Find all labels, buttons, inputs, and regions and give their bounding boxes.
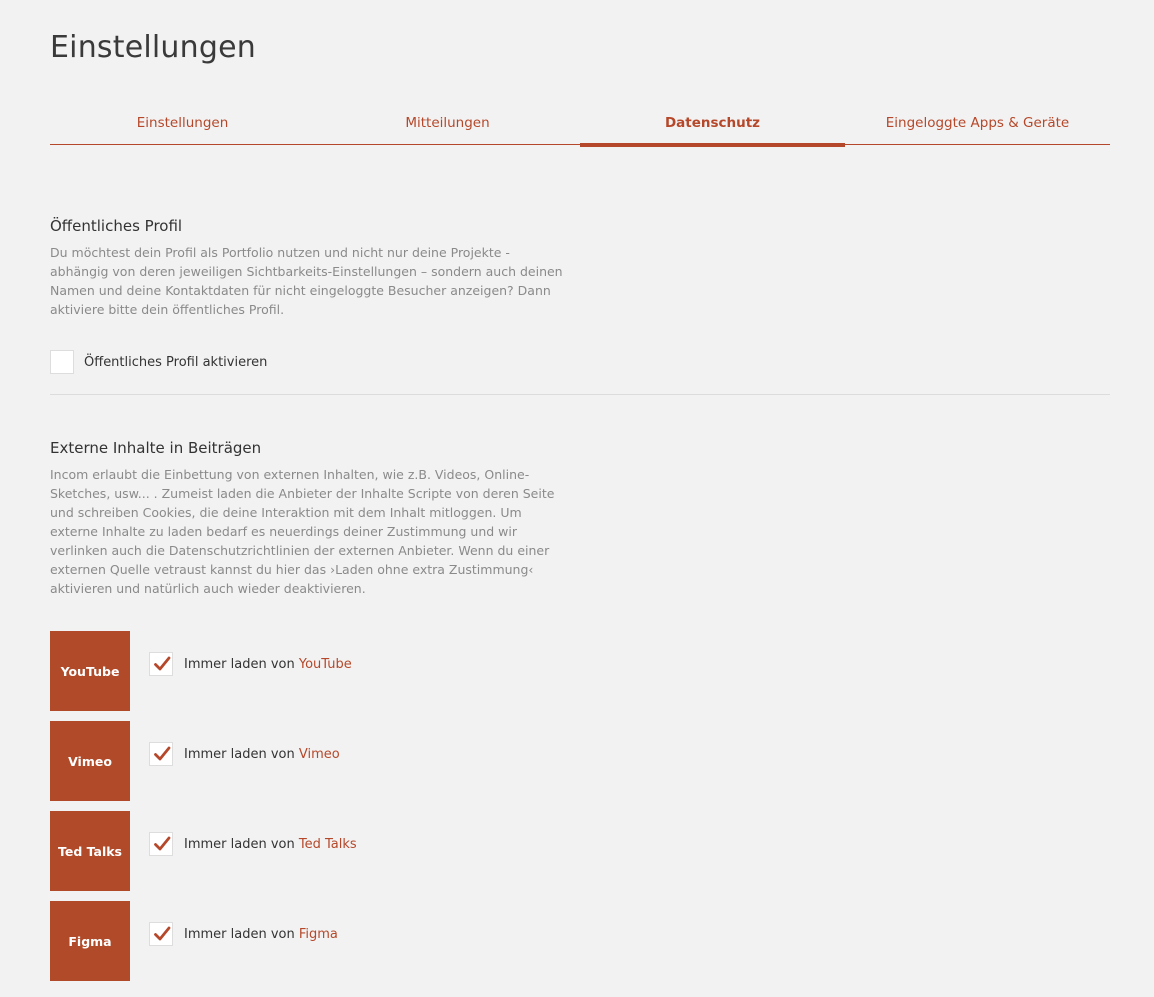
youtube-link[interactable]: YouTube xyxy=(299,657,352,672)
section-divider xyxy=(50,394,1110,395)
tab-einstellungen[interactable]: Einstellungen xyxy=(50,104,315,144)
settings-tabs: Einstellungen Mitteilungen Datenschutz E… xyxy=(50,104,1110,147)
row-prefix: Immer laden von xyxy=(184,747,299,762)
ted-talks-link[interactable]: Ted Talks xyxy=(299,837,357,852)
tab-datenschutz[interactable]: Datenschutz xyxy=(580,104,845,147)
provider-tile-figma: Figma xyxy=(50,901,130,981)
provider-tile-youtube: YouTube xyxy=(50,631,130,711)
youtube-checkbox[interactable] xyxy=(149,652,173,676)
page-title: Einstellungen xyxy=(50,30,256,65)
row-prefix: Immer laden von xyxy=(184,927,299,942)
check-icon xyxy=(154,926,171,941)
ted-talks-row-label: Immer laden von Ted Talks xyxy=(184,836,357,854)
check-icon xyxy=(154,746,171,761)
row-prefix: Immer laden von xyxy=(184,837,299,852)
tab-mitteilungen[interactable]: Mitteilungen xyxy=(315,104,580,144)
provider-tile-vimeo: Vimeo xyxy=(50,721,130,801)
figma-link[interactable]: Figma xyxy=(299,927,338,942)
check-icon xyxy=(154,656,171,671)
public-profile-description: Du möchtest dein Profil als Portfolio nu… xyxy=(50,245,563,317)
youtube-row-label: Immer laden von YouTube xyxy=(184,656,352,674)
row-prefix: Immer laden von xyxy=(184,657,299,672)
public-profile-checkbox-label: Öffentliches Profil aktivieren xyxy=(84,355,268,370)
public-profile-checkbox[interactable] xyxy=(50,350,74,374)
figma-row-label: Immer laden von Figma xyxy=(184,926,338,944)
vimeo-link[interactable]: Vimeo xyxy=(299,747,340,762)
public-profile-heading: Öffentliches Profil xyxy=(50,217,183,235)
check-icon xyxy=(154,836,171,851)
ted-talks-checkbox[interactable] xyxy=(149,832,173,856)
provider-tile-ted-talks: Ted Talks xyxy=(50,811,130,891)
vimeo-row-label: Immer laden von Vimeo xyxy=(184,746,340,764)
external-content-heading: Externe Inhalte in Beiträgen xyxy=(50,439,262,457)
tab-eingeloggte-apps[interactable]: Eingeloggte Apps & Geräte xyxy=(845,104,1110,144)
settings-page: Einstellungen Einstellungen Mitteilungen… xyxy=(0,0,1154,997)
vimeo-checkbox[interactable] xyxy=(149,742,173,766)
figma-checkbox[interactable] xyxy=(149,922,173,946)
external-content-description: Incom erlaubt die Einbettung von externe… xyxy=(50,467,555,596)
